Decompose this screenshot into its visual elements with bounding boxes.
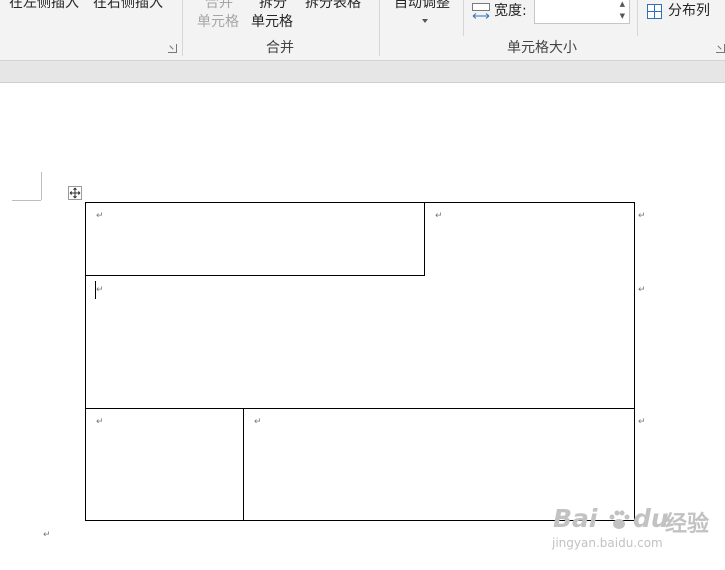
watermark-url: jingyan.baidu.com — [552, 536, 663, 550]
paragraph-mark: ↵ — [96, 417, 104, 427]
insert-left-button[interactable]: 在左侧插入 — [9, 0, 79, 11]
paragraph-mark: ↵ — [43, 530, 51, 540]
table-move-handle-icon[interactable] — [68, 186, 82, 200]
group-separator — [182, 0, 183, 56]
cell-size-group-label: 单元格大小 — [507, 40, 577, 56]
paragraph-mark: ↵ — [96, 285, 104, 295]
ribbon: 在左侧插入 在右侧插入 合并 单元格 拆分 单元格 拆分表格 合并 自动调整 宽… — [0, 0, 725, 61]
spin-up-icon[interactable]: ▲ — [620, 1, 625, 8]
width-label: 宽度: — [494, 3, 527, 19]
width-input[interactable]: ▲ ▼ — [534, 0, 630, 24]
split-table-button[interactable]: 拆分表格 — [305, 0, 361, 11]
autofit-button[interactable]: 自动调整 — [394, 0, 450, 11]
watermark-brand-b: du — [633, 504, 669, 533]
ruler-strip — [0, 61, 725, 83]
baidu-watermark: Bai du 经验 jingyan.baidu.com — [552, 504, 725, 560]
watermark-brand-a: Bai — [553, 504, 598, 533]
margin-corner-mark — [41, 172, 42, 200]
watermark-brand-cn: 经验 — [665, 512, 710, 537]
group-separator — [463, 0, 464, 36]
cell-size-launcher-icon[interactable] — [716, 44, 725, 53]
paragraph-mark: ↵ — [435, 211, 443, 221]
merge-group-label: 合并 — [266, 40, 294, 56]
autofit-dropdown-icon[interactable] — [422, 19, 428, 23]
rows-columns-launcher-icon[interactable] — [168, 44, 177, 53]
distribute-columns-icon — [647, 4, 662, 19]
group-separator — [637, 0, 638, 36]
row-end-mark: ↵ — [638, 211, 646, 221]
table-cell[interactable] — [85, 202, 425, 276]
paw-icon — [609, 510, 630, 529]
spin-down-icon[interactable]: ▼ — [620, 13, 625, 20]
table-row-border — [85, 408, 635, 409]
row-end-mark: ↵ — [638, 285, 646, 295]
table-column-border — [243, 408, 244, 521]
split-cells-button-line1[interactable]: 拆分 — [259, 0, 287, 11]
split-cells-button-line2[interactable]: 单元格 — [251, 14, 293, 30]
column-width-icon — [472, 3, 490, 19]
insert-right-button[interactable]: 在右侧插入 — [93, 0, 163, 11]
row-end-mark: ↵ — [638, 417, 646, 427]
group-separator — [379, 0, 380, 56]
paragraph-mark: ↵ — [96, 211, 104, 221]
paragraph-mark: ↵ — [254, 417, 262, 427]
merge-cells-button-line1[interactable]: 合并 — [205, 0, 233, 11]
merge-cells-button-line2[interactable]: 单元格 — [197, 14, 239, 30]
margin-corner-mark — [12, 200, 41, 201]
distribute-columns-button[interactable]: 分布列 — [668, 3, 710, 19]
text-cursor — [95, 281, 96, 299]
